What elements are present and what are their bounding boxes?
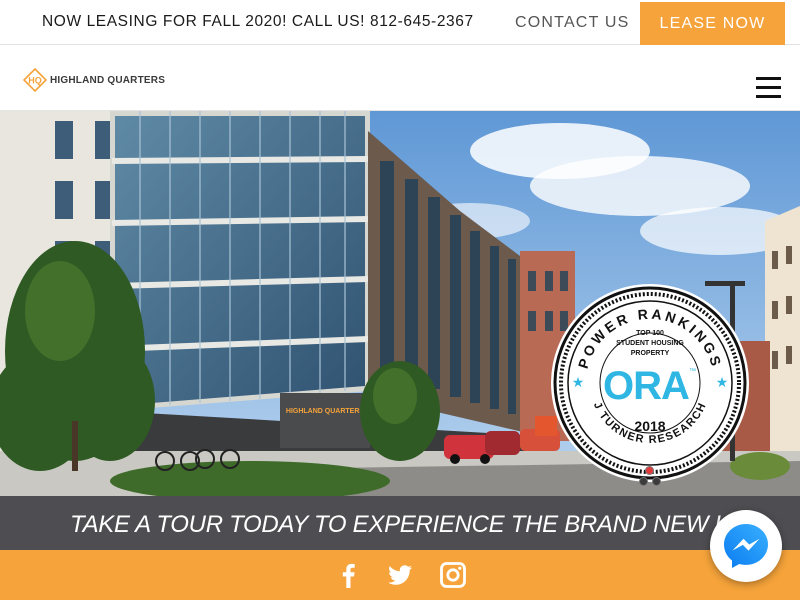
tour-cta-text[interactable]: TAKE A TOUR TODAY TO EXPERIENCE THE BRAN… bbox=[70, 511, 757, 539]
star-icon: ★ bbox=[716, 374, 729, 390]
badge-line-2: STUDENT HOUSING bbox=[616, 340, 684, 347]
logo-mark-icon: HQ bbox=[23, 68, 47, 92]
tour-banner: TAKE A TOUR TODAY TO EXPERIENCE THE BRAN… bbox=[0, 496, 800, 550]
twitter-icon[interactable] bbox=[387, 562, 413, 588]
slide-dot-active[interactable] bbox=[645, 466, 654, 475]
lease-now-button[interactable]: LEASE NOW bbox=[640, 2, 785, 45]
badge-trademark: ™ bbox=[689, 368, 696, 375]
ora-award-badge: POWER RANKINGS J TURNER RESEARCH TOP 100… bbox=[551, 284, 749, 482]
messenger-chat-button[interactable] bbox=[710, 510, 782, 582]
hero-slideshow: HIGHLAND QUARTERS POWER RANKINGS J TURNE… bbox=[0, 111, 800, 496]
badge-brand: ORA bbox=[603, 364, 689, 408]
badge-line-3: PROPERTY bbox=[631, 350, 670, 357]
badge-year: 2018 bbox=[634, 418, 665, 434]
menu-hamburger-icon[interactable] bbox=[756, 77, 781, 99]
leasing-announcement[interactable]: NOW LEASING FOR FALL 2020! CALL US! 812-… bbox=[42, 13, 474, 31]
slide-dot[interactable] bbox=[652, 477, 661, 486]
facebook-icon[interactable] bbox=[336, 562, 362, 588]
slide-indicators bbox=[639, 477, 661, 486]
messenger-icon bbox=[724, 524, 768, 568]
social-bar bbox=[0, 550, 800, 600]
instagram-icon[interactable] bbox=[440, 562, 466, 588]
badge-line-1: TOP 100 bbox=[636, 330, 664, 337]
contact-us-link[interactable]: CONTACT US bbox=[515, 14, 630, 32]
site-header: HQ HIGHLAND QUARTERS bbox=[0, 46, 800, 111]
slide-dot[interactable] bbox=[639, 477, 648, 486]
site-logo[interactable]: HQ HIGHLAND QUARTERS bbox=[23, 68, 165, 92]
announcement-bar: NOW LEASING FOR FALL 2020! CALL US! 812-… bbox=[0, 0, 800, 45]
building-sign: HIGHLAND QUARTERS bbox=[286, 408, 364, 415]
logo-monogram: HQ bbox=[28, 76, 42, 86]
star-icon: ★ bbox=[572, 374, 585, 390]
logo-text: HIGHLAND QUARTERS bbox=[50, 74, 166, 86]
